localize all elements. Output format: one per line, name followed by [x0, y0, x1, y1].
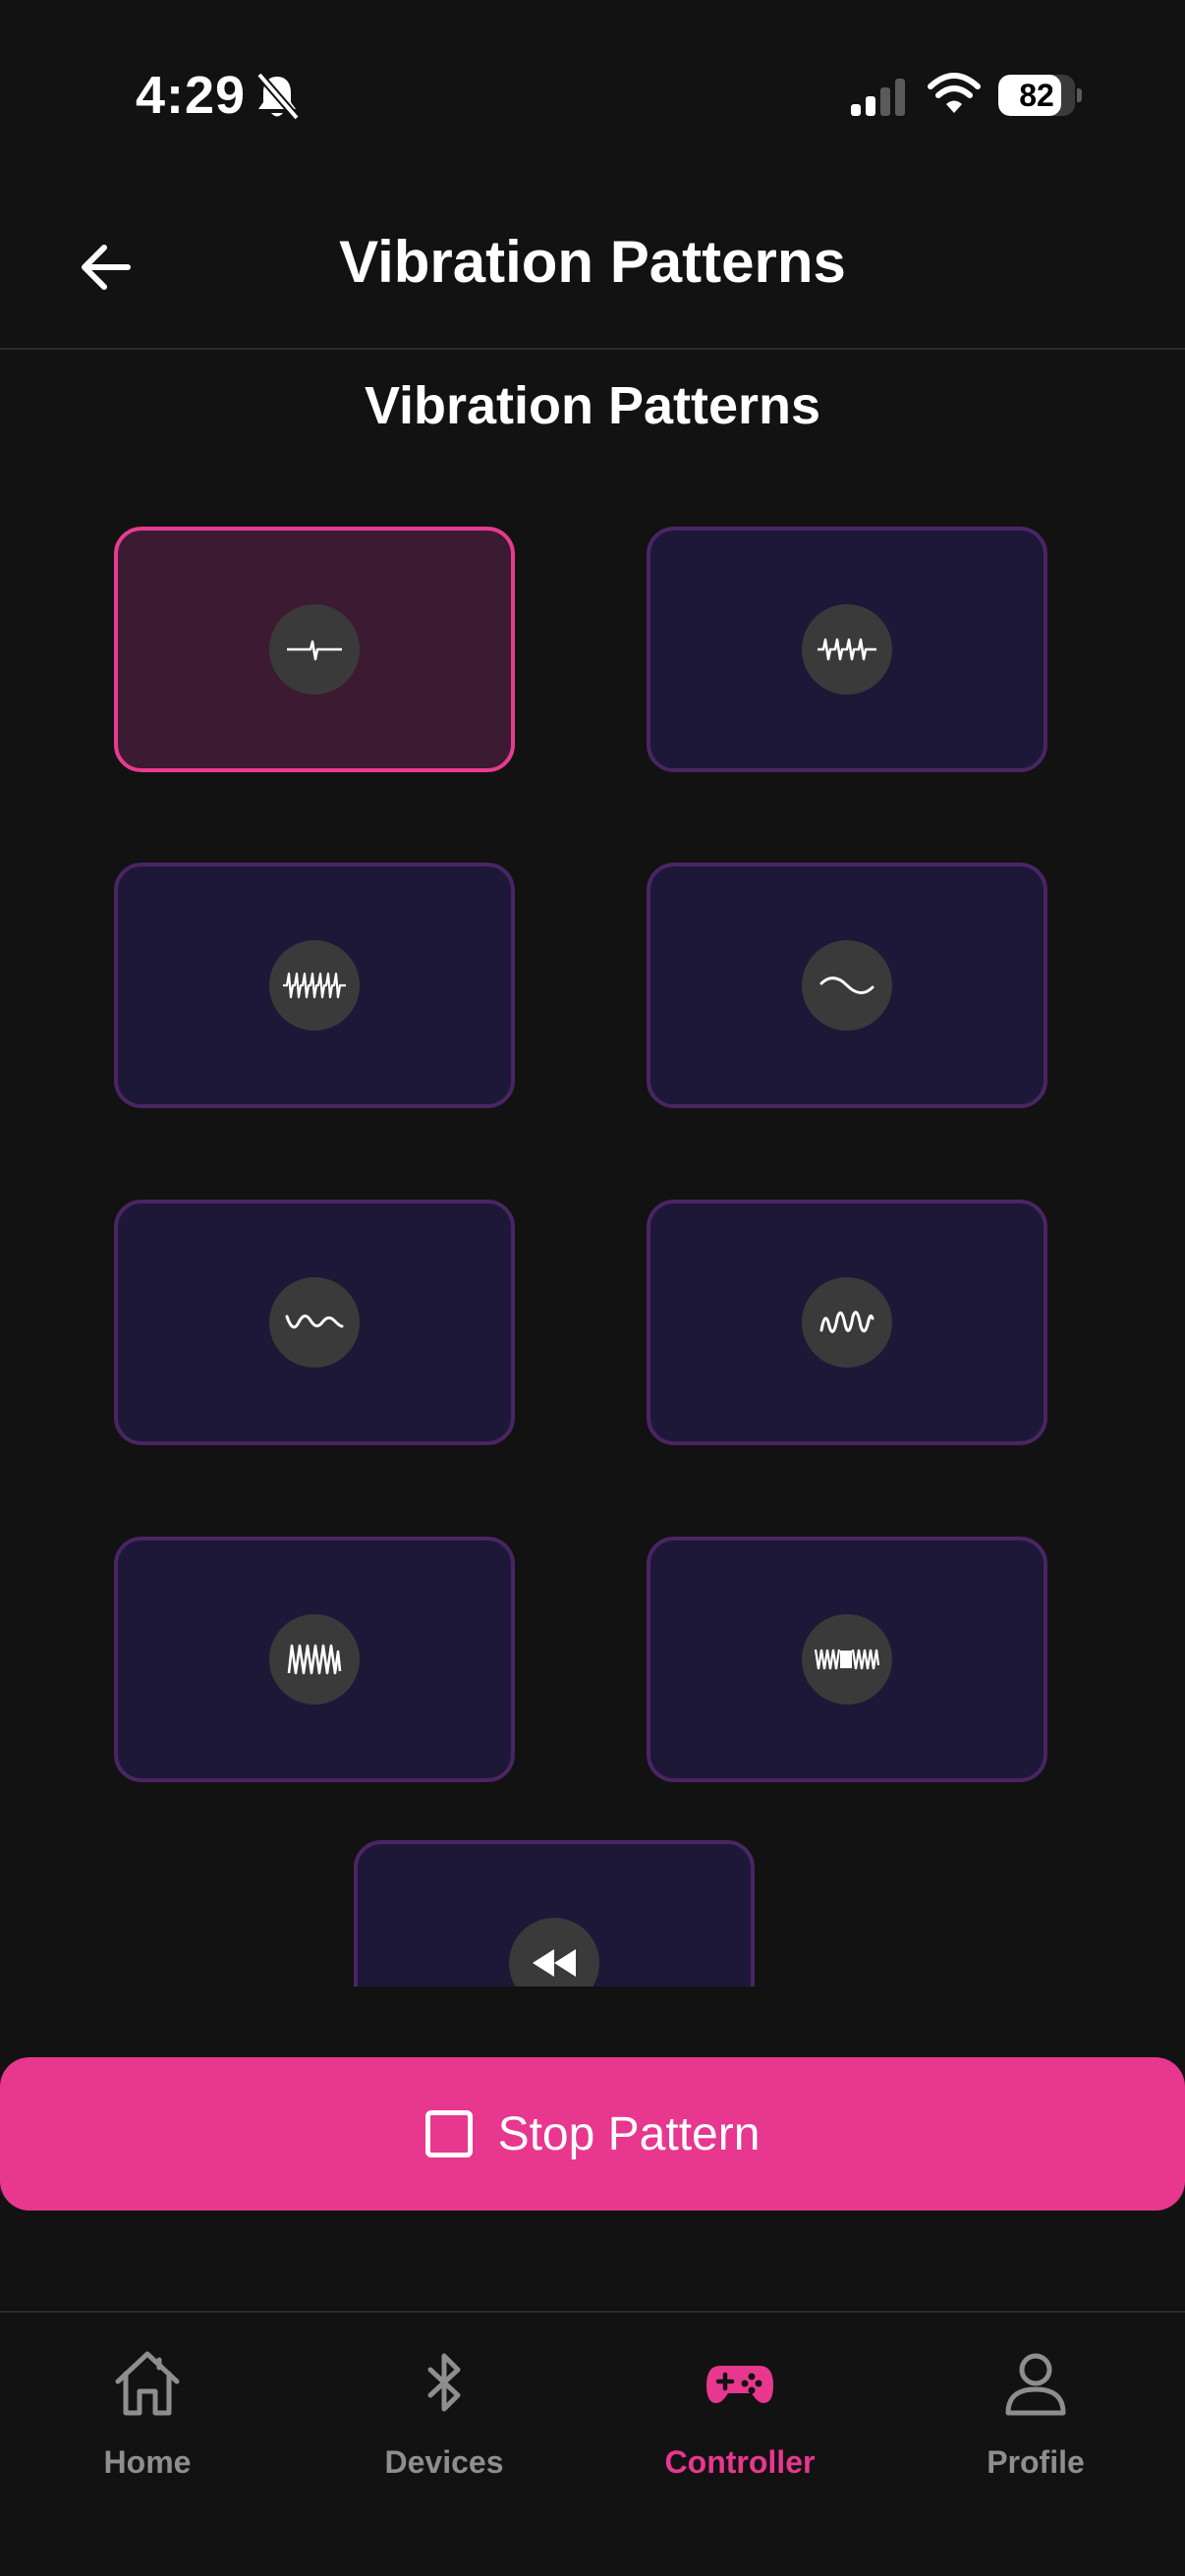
gamepad-icon — [706, 2366, 773, 2403]
pattern-badge — [269, 1614, 360, 1705]
gentle-wave-icon — [819, 977, 875, 994]
pattern-badge — [802, 940, 892, 1031]
bell-muted-icon — [255, 72, 301, 121]
battery-indicator: 82 — [998, 75, 1082, 116]
pattern-card-1[interactable] — [114, 527, 515, 772]
status-time: 4:29 — [136, 66, 247, 125]
pattern-card-4[interactable] — [647, 863, 1047, 1108]
nav-devices-label: Devices — [384, 2444, 504, 2480]
bluetooth-icon — [427, 2353, 461, 2412]
battery-level: 82 — [1019, 77, 1054, 113]
pattern-card-2[interactable] — [647, 527, 1047, 772]
pattern-card-9[interactable] — [354, 1840, 755, 1987]
pattern-card-6[interactable] — [647, 1200, 1047, 1445]
top-app-bar: Vibration Patterns — [0, 187, 1185, 350]
profile-icon — [1005, 2353, 1066, 2416]
pattern-badge — [509, 1918, 599, 1987]
stop-square-icon — [424, 2110, 473, 2157]
stop-pattern-button[interactable]: Stop Pattern — [0, 2057, 1185, 2211]
nav-home-label: Home — [103, 2444, 192, 2480]
wave-icon — [285, 1315, 344, 1329]
dense-wave-icon — [287, 1644, 342, 1675]
signal-icon — [851, 79, 905, 116]
pattern-badge — [269, 1277, 360, 1368]
nav-controller[interactable]: Controller — [592, 2346, 887, 2513]
nav-profile-label: Profile — [987, 2444, 1085, 2480]
burst-wave-icon — [814, 1649, 880, 1670]
bottom-navigation: Home Devices Controller Profile — [0, 2311, 1185, 2576]
home-icon — [115, 2351, 180, 2416]
pattern-card-5[interactable] — [114, 1200, 515, 1445]
tight-wave-icon — [819, 1311, 875, 1333]
section-title: Vibration Patterns — [364, 376, 821, 435]
pattern-card-3[interactable] — [114, 863, 515, 1108]
nav-controller-label: Controller — [664, 2444, 816, 2480]
nav-profile[interactable]: Profile — [888, 2346, 1183, 2513]
pattern-card-7[interactable] — [114, 1537, 515, 1782]
pattern-badge — [802, 1614, 892, 1705]
single-pulse-icon — [287, 640, 342, 661]
pattern-badge — [269, 940, 360, 1031]
pattern-card-8[interactable] — [647, 1537, 1047, 1782]
rewind-icon — [533, 1949, 576, 1977]
pulse-train-icon — [818, 638, 876, 661]
page-title: Vibration Patterns — [339, 229, 846, 295]
pattern-badge — [802, 1277, 892, 1368]
stop-pattern-label: Stop Pattern — [497, 2107, 761, 2160]
wifi-icon — [928, 73, 981, 113]
nav-devices[interactable]: Devices — [297, 2346, 592, 2513]
dense-pulse-train-icon — [283, 972, 346, 999]
nav-home[interactable]: Home — [0, 2346, 295, 2513]
pattern-badge — [802, 604, 892, 695]
pattern-grid[interactable] — [0, 491, 1185, 1987]
status-bar: 4:29 82 — [0, 0, 1185, 187]
pattern-badge — [269, 604, 360, 695]
